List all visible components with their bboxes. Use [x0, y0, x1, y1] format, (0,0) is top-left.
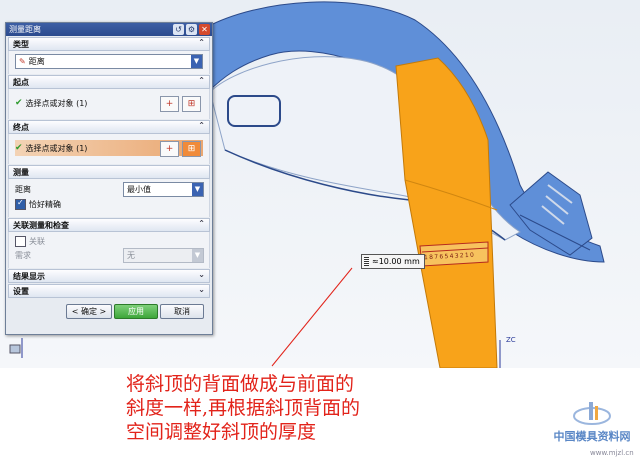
end-select-text: 选择点或对象 (1) [25, 143, 88, 153]
section-settings-label: 设置 [13, 286, 29, 296]
start-select-text: 选择点或对象 (1) [25, 98, 88, 108]
expand-icon[interactable]: ⌄ [198, 285, 205, 294]
dialog-title: 测量距离 [9, 25, 41, 34]
precise-label: 恰好精确 [29, 199, 61, 209]
requirement-value: 无 [127, 251, 135, 260]
assoc-label: 关联 [29, 237, 45, 246]
distance-type-icon: ✎ [19, 57, 26, 66]
section-settings[interactable]: 设置 ⌄ [8, 284, 210, 298]
chevron-down-icon[interactable]: ▼ [191, 55, 202, 68]
watermark-url: www.mjzl.cn [590, 449, 634, 457]
collapse-icon[interactable]: ⌃ [198, 38, 205, 47]
annotation-line-2: 斜度一样,再根据斜顶背面的 [126, 397, 361, 419]
precise-checkbox-row[interactable]: 恰好精确 [15, 197, 203, 211]
section-assoc[interactable]: 关联测量和检查 ⌃ [8, 218, 210, 232]
dialog-titlebar[interactable]: 测量距离 ↺ ⚙ ✕ [6, 23, 212, 36]
requirement-dropdown: 无 ▼ [123, 248, 204, 263]
section-start-label: 起点 [13, 77, 29, 87]
chevron-down-icon[interactable]: ▼ [192, 183, 203, 196]
end-select-row[interactable]: ✔ 选择点或对象 (1) + ⊞ [15, 140, 203, 157]
measure-distance-dialog: 测量距离 ↺ ⚙ ✕ 类型 ⌃ ✎ 距离 ▼ 起点 ⌃ ✔ 选择点或对象 (1)… [5, 22, 213, 335]
close-icon[interactable]: ✕ [199, 24, 210, 35]
start-select-row[interactable]: ✔ 选择点或对象 (1) + ⊞ [15, 95, 203, 112]
check-icon: ✔ [15, 98, 23, 108]
distance-mode-dropdown[interactable]: 最小值 ▼ [123, 182, 204, 197]
collapse-icon[interactable]: ⌃ [198, 121, 205, 130]
requirement-label: 需求 [15, 251, 31, 260]
zc-axis-label: ZC [506, 336, 516, 344]
section-measure-label: 测量 [13, 167, 29, 177]
section-start[interactable]: 起点 ⌃ [8, 75, 210, 89]
point-snap-icon[interactable]: ⊞ [182, 141, 201, 157]
apply-button[interactable]: 应用 [114, 304, 158, 319]
annotation-text: 将斜顶的背面做成与前面的 斜度一样,再根据斜顶背面的 空间调整好斜顶的厚度 [126, 372, 360, 444]
watermark-brand: 中国模具资料网 [553, 430, 631, 443]
distance-label: 距离 [15, 185, 31, 194]
section-assoc-label: 关联测量和检查 [13, 220, 69, 230]
section-type[interactable]: 类型 ⌃ [8, 37, 210, 51]
annotation-line-3: 空间调整好斜顶的厚度 [126, 421, 317, 443]
part-window [227, 95, 281, 127]
point-dialog-icon[interactable]: + [160, 141, 179, 157]
type-dropdown-value: 距离 [28, 57, 45, 66]
point-dialog-icon[interactable]: + [160, 96, 179, 112]
section-type-label: 类型 [13, 39, 29, 49]
measure-readout: ≈10.00 mm [361, 254, 425, 269]
section-end[interactable]: 终点 ⌃ [8, 120, 210, 134]
chevron-down-icon: ▼ [192, 249, 203, 262]
point-snap-icon[interactable]: ⊞ [182, 96, 201, 112]
ok-button[interactable]: < 确定 > [66, 304, 112, 319]
annotation-line-1: 将斜顶的背面做成与前面的 [126, 373, 355, 395]
dialog-button-bar: < 确定 > 应用 取消 [6, 298, 212, 322]
section-results[interactable]: 结果显示 ⌄ [8, 269, 210, 283]
section-end-label: 终点 [13, 122, 29, 132]
annotation-leader [271, 267, 353, 367]
reset-icon[interactable]: ↺ [173, 24, 184, 35]
check-icon: ✔ [15, 143, 23, 153]
assoc-checkbox-row[interactable]: 关联 [15, 235, 203, 248]
collapse-icon[interactable]: ⌃ [198, 76, 205, 85]
cancel-button[interactable]: 取消 [160, 304, 204, 319]
distance-mode-value: 最小值 [127, 185, 151, 194]
section-results-label: 结果显示 [13, 271, 45, 281]
type-dropdown[interactable]: ✎ 距离 ▼ [15, 54, 203, 69]
collapse-icon[interactable]: ⌃ [198, 219, 205, 228]
watermark-logo-icon [573, 402, 611, 425]
expand-icon[interactable]: ⌄ [198, 270, 205, 279]
precise-checkbox[interactable] [15, 198, 26, 210]
section-measure[interactable]: 测量 [8, 165, 210, 179]
assoc-checkbox[interactable] [15, 236, 26, 247]
gear-icon[interactable]: ⚙ [186, 24, 197, 35]
